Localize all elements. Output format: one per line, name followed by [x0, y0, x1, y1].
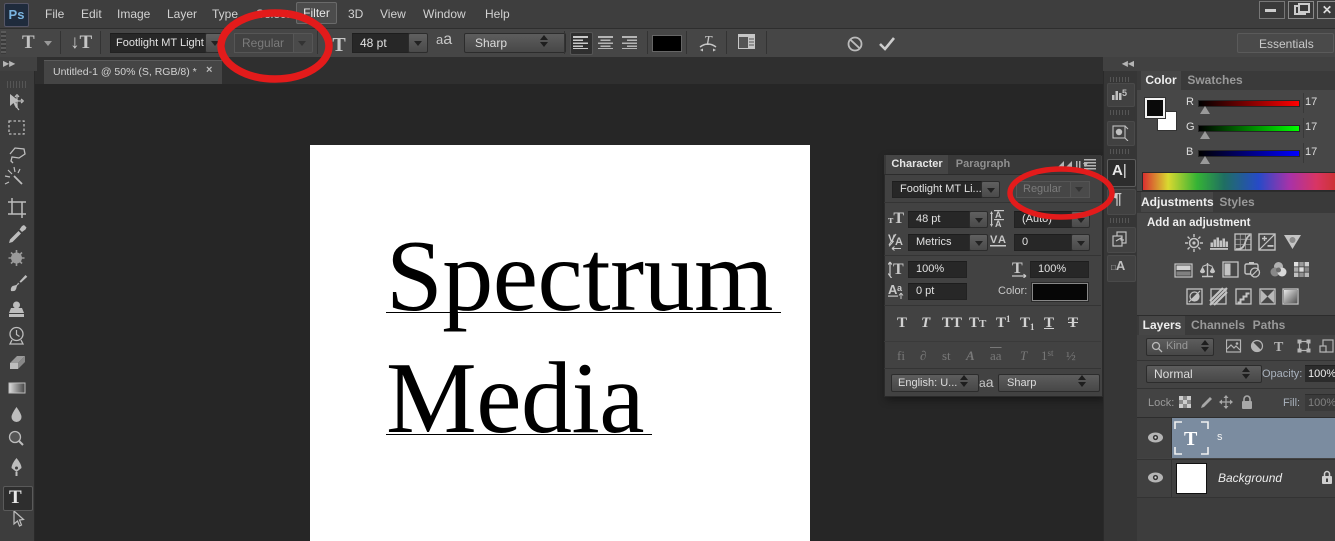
- svg-text:A: A: [995, 219, 1002, 228]
- svg-text:T: T: [1184, 428, 1198, 450]
- svg-text:A: A: [895, 236, 903, 248]
- svg-text:T: T: [893, 261, 904, 278]
- svg-text:5: 5: [1122, 88, 1127, 98]
- svg-text:A: A: [998, 234, 1006, 246]
- svg-text:V: V: [990, 234, 998, 246]
- svg-text:a: a: [897, 283, 903, 293]
- svg-text:T: T: [1274, 340, 1284, 354]
- svg-text:T: T: [1012, 260, 1023, 277]
- svg-text:T: T: [704, 34, 713, 49]
